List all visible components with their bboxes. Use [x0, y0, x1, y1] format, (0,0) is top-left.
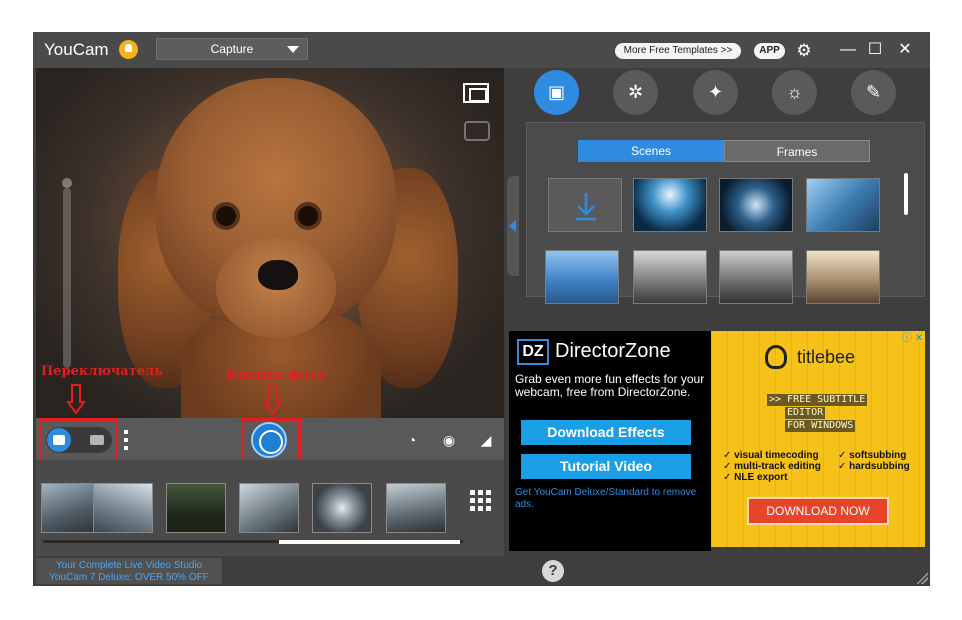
titlebee-logo-icon [765, 345, 787, 369]
scene-thumbnail[interactable] [633, 250, 707, 304]
annotation-highlight-box [39, 418, 118, 462]
youcam-window: YouCam Capture More Free Templates >> AP… [33, 32, 930, 586]
feature-item: ✓ multi-track editing [723, 461, 821, 472]
download-icon [576, 193, 596, 221]
scene-thumbnail[interactable] [806, 178, 880, 232]
feature-item: ✓ NLE export [723, 472, 788, 483]
scene-thumbnail[interactable] [806, 250, 880, 304]
minimize-icon[interactable]: — [838, 40, 858, 60]
download-effects-button[interactable]: Download Effects [521, 420, 691, 445]
tutorial-video-button[interactable]: Tutorial Video [521, 454, 691, 479]
titlebee-brand: titlebee [797, 347, 856, 367]
chevron-down-icon [287, 46, 299, 53]
thumbnail[interactable] [93, 483, 153, 533]
help-button[interactable]: ? [542, 560, 564, 582]
directorzone-brand: DirectorZone [555, 340, 671, 362]
remove-ads-link[interactable]: Get YouCam Deluxe/Standard to remove ads… [515, 487, 705, 511]
tab-frames[interactable]: Frames [724, 140, 870, 162]
face-tracking-icon[interactable]: ◔ [402, 432, 422, 448]
thumbnail[interactable] [41, 483, 101, 533]
more-templates-button[interactable]: More Free Templates >> [615, 43, 741, 59]
close-icon[interactable]: ✕ [895, 40, 915, 60]
ad-headline: >> FREE SUBTITLE [767, 394, 868, 406]
effects-panel: Scenes Frames [526, 122, 925, 304]
deluxe-promo-link[interactable]: Your Complete Live Video Studio YouCam 7… [36, 558, 222, 584]
dog-image-part [216, 206, 236, 226]
captured-thumbnails [36, 460, 504, 556]
annotation-arrow-icon [67, 384, 85, 414]
dog-image-part [258, 260, 298, 290]
eraser-icon[interactable]: ◢ [476, 432, 496, 448]
resize-grip-icon[interactable] [916, 572, 928, 584]
mode-dropdown[interactable]: Capture [156, 38, 308, 60]
dog-image-part [298, 206, 318, 226]
feature-item: ✓ softsubbing [838, 450, 907, 461]
scene-thumbnail[interactable] [719, 178, 793, 232]
particles-icon[interactable]: ✲ [613, 70, 658, 115]
thumbnail[interactable] [312, 483, 372, 533]
gear-icon[interactable]: ⚙ [795, 42, 813, 60]
feature-item: ✓ hardsubbing [838, 461, 910, 472]
directorzone-text: Grab even more fun effects for your webc… [515, 372, 705, 399]
thumbnail[interactable] [239, 483, 299, 533]
scene-thumbnail[interactable] [719, 250, 793, 304]
thumbnail[interactable] [166, 483, 226, 533]
status-bar: Your Complete Live Video Studio YouCam 7… [33, 556, 930, 586]
ad-headline: EDITOR [785, 407, 826, 419]
app-title: YouCam [44, 40, 109, 59]
eye-icon[interactable]: ◉ [437, 432, 461, 448]
collapse-panel-handle[interactable] [507, 176, 519, 276]
face-effects-icon[interactable]: ☼ [772, 70, 817, 115]
directorzone-ad: DZ DirectorZone Grab even more fun effec… [509, 331, 711, 551]
feature-item: ✓ visual timecoding [723, 450, 819, 461]
app-button[interactable]: APP [754, 43, 785, 59]
tab-scenes[interactable]: Scenes [578, 140, 724, 162]
scenes-icon[interactable]: ▣ [534, 70, 579, 115]
thumbnail[interactable] [386, 483, 446, 533]
annotation-arrow-icon [264, 385, 282, 415]
more-options-icon[interactable] [124, 430, 128, 450]
effects-scrollbar[interactable] [904, 173, 908, 215]
camera-preview: Переключатель Кнопка фото [36, 68, 504, 418]
zoom-slider[interactable] [63, 188, 71, 368]
scene-thumbnail[interactable] [633, 178, 707, 232]
promo-line: Your Complete Live Video Studio [55, 560, 203, 571]
fullscreen-icon[interactable] [463, 83, 489, 103]
annotation-highlight-box [241, 418, 301, 464]
notification-bell-icon[interactable] [119, 40, 138, 59]
mode-dropdown-value: Capture [210, 42, 254, 56]
promo-line: YouCam 7 Deluxe: OVER 50% OFF [49, 572, 209, 583]
switch-camera-icon[interactable] [464, 121, 490, 141]
adchoices-icon[interactable]: ⓘ ✕ [902, 333, 924, 345]
ad-headline: FOR WINDOWS [785, 420, 856, 432]
annotation-photo-button-label: Кнопка фото [226, 368, 325, 383]
magic-wand-icon[interactable]: ✦ [693, 70, 738, 115]
scene-download-tile[interactable] [548, 178, 622, 232]
titlebee-ad[interactable]: ⓘ ✕ titlebee >> FREE SUBTITLE EDITOR FOR… [711, 331, 925, 547]
maximize-icon[interactable]: ☐ [865, 40, 885, 60]
thumbnails-scrollbar-thumb[interactable] [279, 540, 460, 544]
annotation-switch-label: Переключатель [41, 364, 164, 379]
draw-icon[interactable]: ✎ [851, 70, 896, 115]
scene-thumbnail[interactable] [545, 250, 619, 304]
title-bar: YouCam Capture More Free Templates >> AP… [33, 32, 930, 68]
grid-view-icon[interactable] [470, 490, 492, 512]
zoom-slider-handle[interactable] [62, 178, 72, 188]
directorzone-logo: DZ [517, 339, 549, 365]
download-now-button[interactable]: DOWNLOAD NOW [747, 497, 889, 525]
